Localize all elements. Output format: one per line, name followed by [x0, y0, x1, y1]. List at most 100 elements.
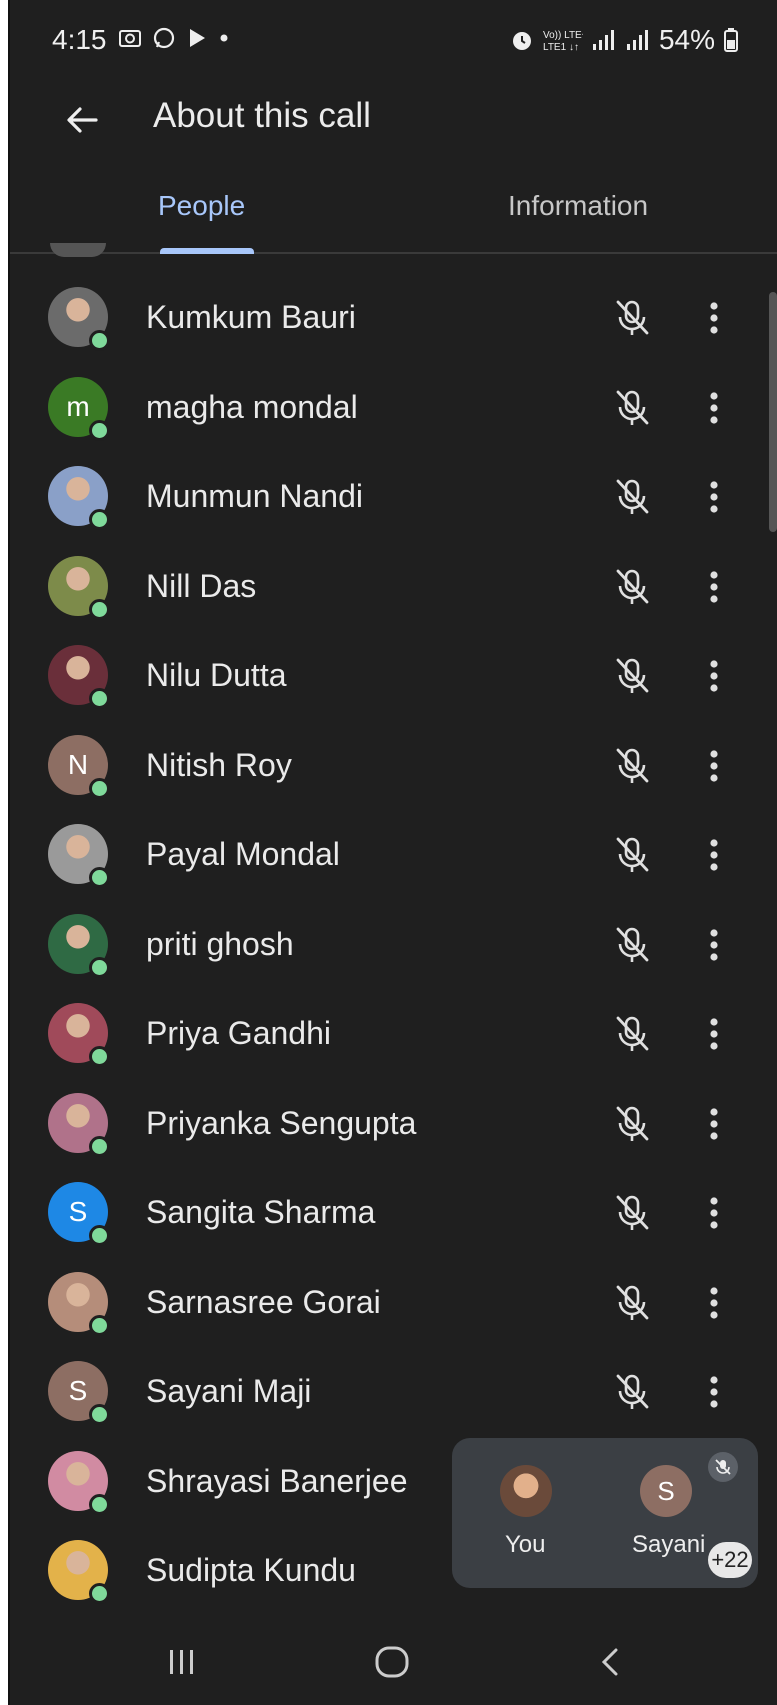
participant-row[interactable]: S Sayani Maji [10, 1348, 777, 1438]
participant-row[interactable]: Priyanka Sengupta [10, 1080, 777, 1170]
participant-name: Sarnasree Gorai [146, 1283, 381, 1320]
participant-name: Sayani Maji [146, 1373, 312, 1409]
mini-call-overlay[interactable]: You S Sayani +22 [452, 1438, 758, 1588]
participant-row[interactable]: S Sangita Sharma [10, 1169, 777, 1259]
partially-hidden-avatar [50, 243, 106, 257]
svg-text:LTE1 ↓↑: LTE1 ↓↑ [543, 42, 579, 53]
participant-row[interactable]: Sarnasree Gorai [10, 1259, 777, 1349]
participant-row[interactable]: Nilu Dutta [10, 632, 777, 722]
back-nav-icon[interactable] [592, 1642, 632, 1682]
you-avatar [500, 1465, 552, 1517]
tab-information[interactable]: Information [508, 190, 648, 222]
online-status-dot [89, 1493, 110, 1515]
online-status-dot [89, 956, 110, 978]
participant-name: Nilu Dutta [146, 657, 287, 693]
more-options-icon[interactable] [704, 298, 724, 338]
more-options-icon[interactable] [704, 1104, 724, 1144]
online-status-dot [89, 1404, 110, 1425]
more-options-icon[interactable] [704, 1014, 724, 1054]
mic-off-icon[interactable] [613, 567, 651, 607]
scrollbar[interactable] [769, 292, 777, 532]
more-options-icon[interactable] [704, 388, 724, 428]
signal-1-icon [592, 30, 614, 50]
participant-row[interactable]: Munmun Nandi [10, 453, 777, 543]
participant-name: Sangita Sharma [146, 1194, 376, 1230]
more-options-icon[interactable] [704, 1283, 724, 1323]
more-options-icon[interactable] [704, 1193, 724, 1233]
speaker-label: Sayani [632, 1531, 706, 1558]
home-icon[interactable] [372, 1642, 412, 1682]
back-arrow-icon[interactable] [60, 98, 104, 142]
mic-off-icon[interactable] [613, 1283, 651, 1323]
screenshot-notification-icon [119, 30, 141, 47]
status-bar: 4:15 Vo)) LTE+LTE1 ↓↑ 54% [10, 0, 777, 80]
play-store-icon [190, 29, 205, 47]
tab-people[interactable]: People [158, 190, 245, 222]
tab-bar: People Information [10, 170, 777, 254]
online-status-dot [89, 777, 110, 799]
participant-row[interactable]: Payal Mondal [10, 811, 777, 901]
extra-participants-badge: +22 [708, 1542, 752, 1578]
mic-off-icon[interactable] [613, 925, 651, 965]
participant-row[interactable]: N Nitish Roy [10, 722, 777, 812]
online-status-dot [89, 1225, 110, 1246]
mic-off-icon[interactable] [613, 477, 651, 517]
mic-off-icon[interactable] [613, 1193, 651, 1233]
online-status-dot [89, 1583, 110, 1604]
mic-off-icon[interactable] [613, 298, 651, 338]
participant-row[interactable]: Priya Gandhi [10, 990, 777, 1080]
mic-off-icon[interactable] [613, 835, 651, 875]
page-title: About this call [153, 96, 371, 135]
online-status-dot [89, 1314, 110, 1336]
more-options-icon[interactable] [704, 835, 724, 875]
dot-icon [220, 34, 228, 42]
mic-off-icon[interactable] [613, 1372, 651, 1412]
system-nav-bar [10, 1610, 777, 1705]
online-status-dot [89, 688, 110, 709]
participant-name: magha mondal [146, 388, 358, 425]
mic-off-icon[interactable] [613, 1014, 651, 1054]
more-options-icon[interactable] [704, 925, 724, 965]
participant-name: Priyanka Sengupta [146, 1104, 417, 1141]
more-options-icon[interactable] [704, 656, 724, 696]
mic-off-icon[interactable] [613, 746, 651, 786]
participant-row[interactable]: priti ghosh [10, 901, 777, 991]
you-label: You [505, 1531, 546, 1558]
notification-icons [118, 26, 230, 50]
participant-name: priti ghosh [146, 925, 294, 962]
participant-name: Shrayasi Banerjee [146, 1462, 408, 1499]
svg-text:Vo)) LTE+: Vo)) LTE+ [543, 30, 583, 41]
whatsapp-icon [153, 27, 175, 49]
alarm-icon [512, 32, 531, 50]
participant-row[interactable]: Kumkum Bauri [10, 274, 777, 364]
mic-off-icon [715, 1459, 731, 1475]
mic-off-icon[interactable] [613, 1104, 651, 1144]
mic-off-icon[interactable] [613, 656, 651, 696]
participant-name: Nitish Roy [146, 746, 292, 783]
mic-off-icon[interactable] [613, 388, 651, 428]
participant-name: Priya Gandhi [146, 1015, 331, 1051]
more-options-icon[interactable] [704, 746, 724, 786]
online-status-dot [89, 419, 110, 441]
more-options-icon[interactable] [704, 1372, 724, 1412]
online-status-dot [89, 867, 110, 888]
online-status-dot [89, 598, 110, 620]
system-icons: Vo)) LTE+LTE1 ↓↑ 54% [509, 24, 739, 56]
volte-lte-icon: Vo)) LTE+LTE1 ↓↑ [543, 30, 583, 53]
participant-row[interactable]: Nill Das [10, 543, 777, 633]
speaker-avatar: S [640, 1465, 692, 1517]
more-options-icon[interactable] [704, 567, 724, 607]
muted-badge [708, 1452, 738, 1482]
phone-screen: 4:15 Vo)) LTE+LTE1 ↓↑ 54% About this cal… [10, 0, 777, 1705]
participant-list[interactable]: Kumkum Bauri m magha mondal Munmun Nandi… [10, 274, 777, 1617]
app-bar: About this call [10, 80, 777, 160]
more-options-icon[interactable] [704, 477, 724, 517]
participant-row[interactable]: m magha mondal [10, 364, 777, 454]
online-status-dot [89, 1135, 110, 1157]
participant-name: Munmun Nandi [146, 478, 363, 514]
recent-apps-icon[interactable] [162, 1642, 202, 1682]
participant-name: Nill Das [146, 567, 257, 604]
participant-name: Sudipta Kundu [146, 1552, 356, 1588]
battery-icon [724, 28, 738, 52]
participant-name: Kumkum Bauri [146, 299, 356, 335]
